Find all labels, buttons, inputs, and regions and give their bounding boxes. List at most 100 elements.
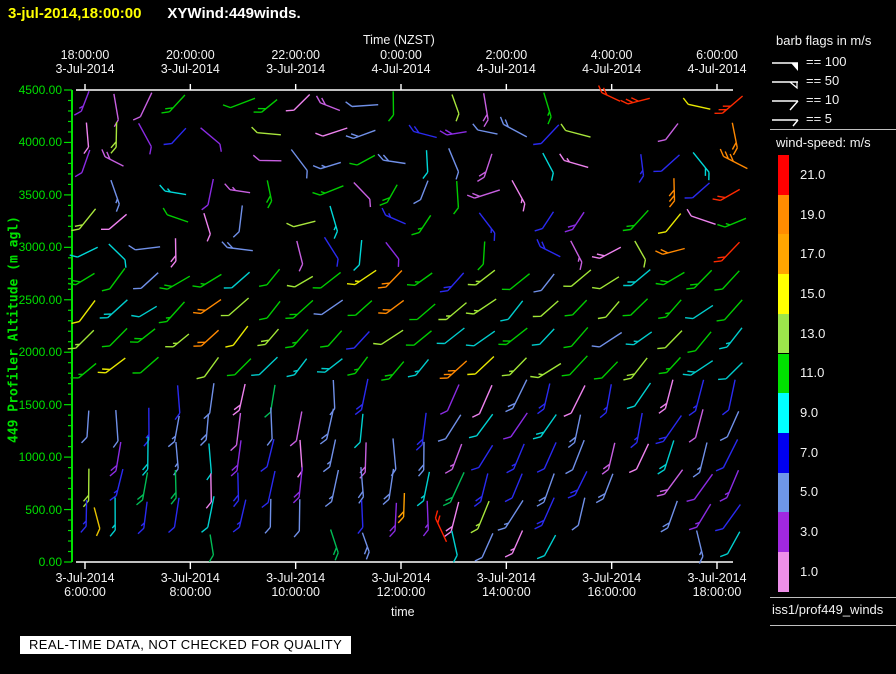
wind-barb [422,500,429,537]
top-axis-tick-label: 0:00:00 4-Jul-2014 [353,48,449,76]
tick-date: 3-Jul-2014 [266,571,326,585]
wind-barb [110,179,120,212]
top-axis-tick-label: 20:00:00 3-Jul-2014 [142,48,238,76]
wind-barb [591,246,622,259]
wind-barb [592,276,620,290]
bottom-axis-tick-label: 3-Jul-2014 6:00:00 [37,571,133,599]
wind-barb [408,124,437,139]
wind-barb [439,272,465,293]
wind-barb [470,500,490,534]
wind-barb [257,328,280,347]
wind-barb [438,302,467,321]
wind-barb [504,530,524,558]
wind-barb [312,271,342,289]
wind-barb [560,123,591,138]
wind-barb [165,333,190,348]
wind-barb [131,305,158,318]
wind-barb [451,94,460,122]
wind-barb [315,95,341,112]
wind-barb [101,267,126,292]
wind-barb [252,154,282,162]
wind-barb [253,99,278,113]
wind-barb [407,358,430,378]
tick-time: 8:00:00 [169,585,212,599]
wind-barb [714,95,744,114]
wind-barb [561,355,588,377]
wind-barb [686,473,714,502]
wind-barb [354,378,369,416]
wind-barb [634,240,647,268]
tick-time: 0:00:00 [380,48,422,62]
wind-barb [70,362,97,379]
wind-barb [406,272,433,286]
wind-barb [658,379,674,414]
wind-barb [258,268,281,287]
wind-barb [109,497,116,537]
tick-time: 6:00:00 [696,48,738,62]
wind-barb [159,184,187,196]
colorbar-value: 3.0 [800,524,819,540]
colorbar-value: 15.0 [800,285,826,301]
wind-barb [506,443,525,474]
wind-barb [286,358,308,378]
wind-barb [161,94,186,114]
wind-barb [220,297,250,317]
wind-barb [353,240,363,271]
barb-legend-title: barb flags in m/s [776,33,872,48]
wind-barb [658,356,682,375]
wind-barb [465,298,497,315]
wind-barb [630,412,643,449]
wind-barb [192,273,222,288]
wind-barb [416,471,431,507]
wind-barb [505,379,528,413]
colorbar-block [778,313,789,354]
wind-barb [444,443,463,474]
wind-barb [593,361,619,380]
wind-barb [162,207,189,223]
wind-barb [498,327,528,346]
data-source-label: iss1/prof449_winds [772,602,884,617]
wind-profiler-plot-window: 3-jul-2014,18:00:00 XYWind:449winds. Time… [0,0,896,674]
wind-barb [467,269,496,286]
wind-barb [110,122,118,154]
wind-barb [163,127,187,146]
wind-barb [499,116,528,138]
colorbar-block [778,353,789,394]
wind-barb [542,152,554,181]
wind-barb [628,443,650,474]
wind-barb [599,384,612,419]
wind-barb [320,330,343,348]
colorbar-block [778,552,789,592]
wind-barb [719,469,740,502]
wind-barb [439,360,468,379]
wind-barb [316,358,343,373]
wind-barb [442,472,465,507]
wind-barb [719,327,743,350]
wind-barb [717,217,747,228]
separator-line [770,625,896,626]
wind-barb [656,469,684,497]
wind-barb [688,379,705,416]
tick-time: 18:00:00 [692,585,742,599]
wind-barb [564,299,588,317]
wind-barb [563,269,592,287]
wind-barb [712,188,741,202]
wind-barb [74,149,91,178]
wind-barb [688,503,712,531]
wind-barb [170,238,177,268]
wind-barb [285,328,309,349]
wind-barb [470,444,494,471]
wind-barb [347,300,373,317]
tick-time: 20:00:00 [165,48,215,62]
barb-legend-value: == 10 [806,92,840,107]
wind-barb [222,97,256,109]
wind-barb [537,383,551,415]
wind-barb [559,153,589,169]
wind-barb [346,331,370,350]
wind-barb [387,91,395,122]
tick-date: 3-Jul-2014 [160,571,220,585]
colorbar-value: 1.0 [800,563,819,579]
page-title: XYWind:449winds. [167,5,301,22]
tick-time: 22:00:00 [271,48,320,62]
wind-barb [719,148,748,170]
